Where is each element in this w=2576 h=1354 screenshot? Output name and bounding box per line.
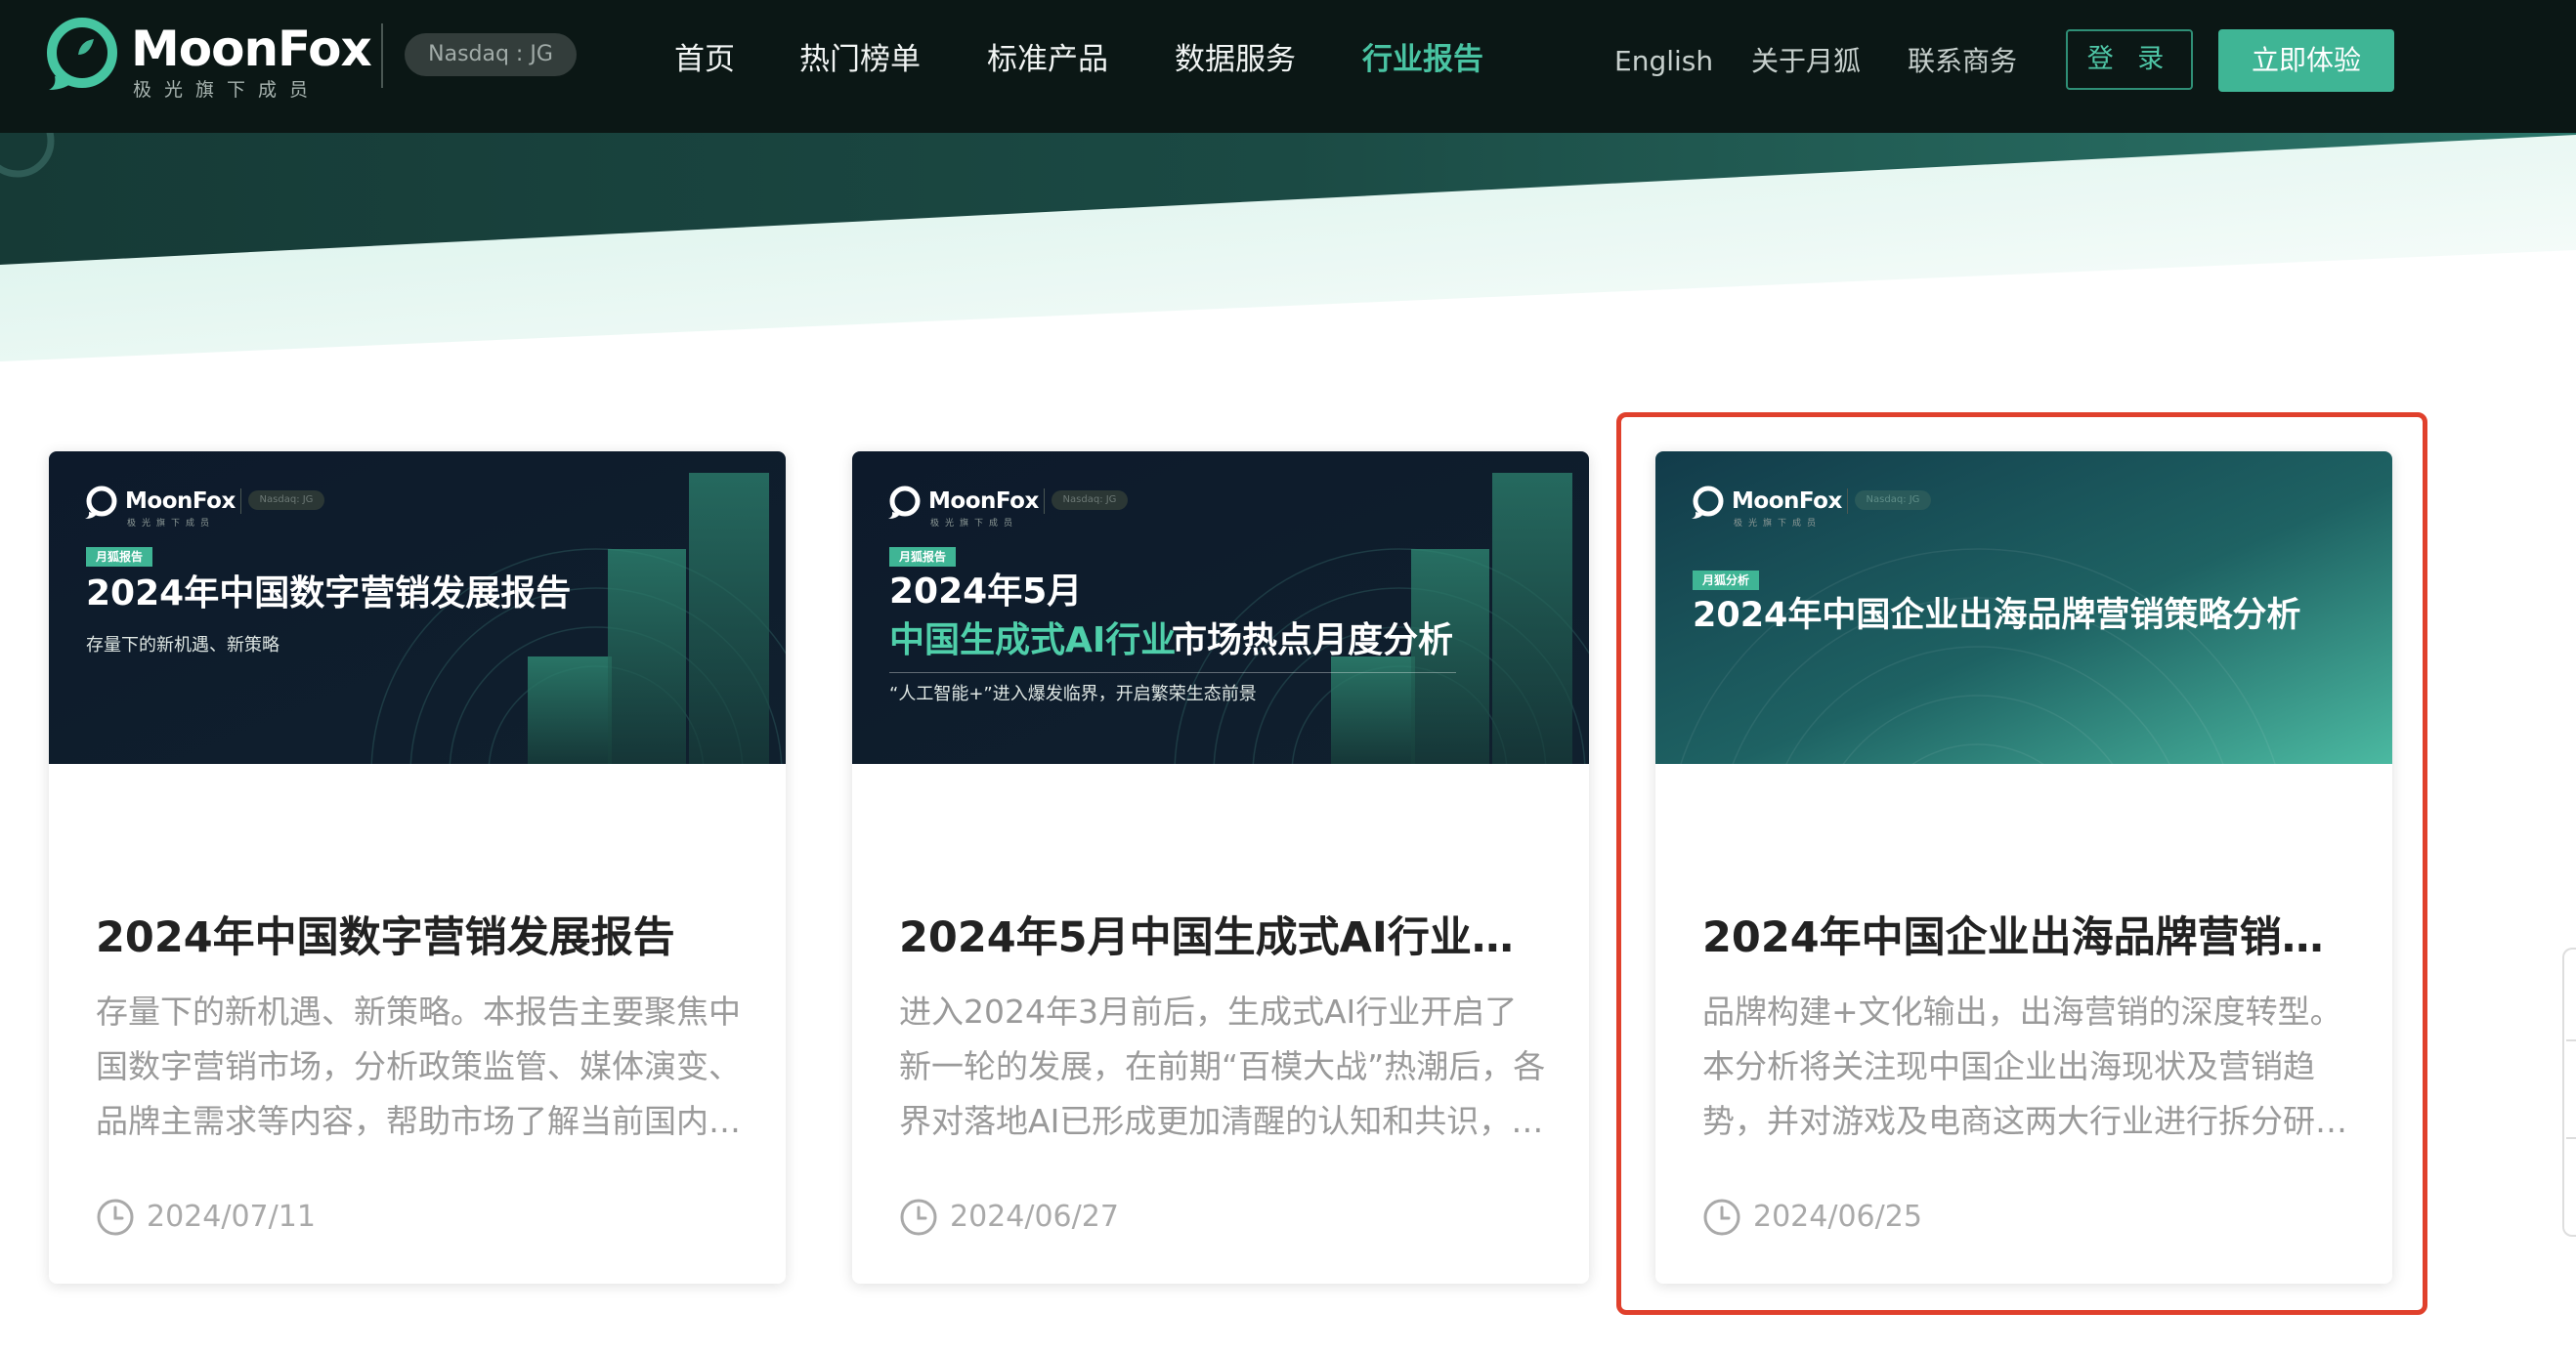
- login-button[interactable]: 登 录: [2066, 29, 2193, 90]
- nav-data-services[interactable]: 数据服务: [1175, 35, 1296, 84]
- site-logo[interactable]: MoonFox 极光旗下成员: [45, 18, 372, 107]
- hero-banner: [0, 133, 2576, 361]
- moonfox-logo-icon: [888, 486, 921, 519]
- try-now-button[interactable]: 立即体验: [2218, 29, 2394, 92]
- nav-contact[interactable]: 联系商务: [1908, 37, 2017, 86]
- cover-title-line-1: 2024年5月: [889, 571, 1083, 612]
- clock-icon: [97, 1199, 134, 1236]
- cover-divider-line: [889, 672, 1456, 673]
- moonfox-logo-icon: [1692, 486, 1724, 519]
- cover-logo: MoonFox 极光旗下成员 Nasdaq: JG: [1691, 485, 1984, 531]
- report-card[interactable]: MoonFox 极光旗下成员 Nasdaq: JG 月狐报告 2024年中国数字…: [49, 451, 786, 1284]
- cover-logo-word: MoonFox: [928, 488, 1039, 514]
- cover-title-line-3: 市场热点月度分析: [1172, 620, 1454, 660]
- nav-hot-rankings[interactable]: 热门榜单: [799, 35, 921, 84]
- cover-nasdaq-pill: Nasdaq: JG: [1855, 490, 1931, 510]
- card-title[interactable]: 2024年中国企业出海品牌营销策略分析: [1702, 910, 2351, 965]
- moonfox-logo-icon: [85, 486, 117, 519]
- cover-badge: 月狐分析: [1693, 571, 1760, 590]
- nav-standard-products[interactable]: 标准产品: [987, 35, 1108, 84]
- report-card[interactable]: MoonFox 极光旗下成员 Nasdaq: JG 月狐报告 2024年5月 中…: [852, 451, 1589, 1284]
- cover-logo-tag: 极光旗下成员: [127, 519, 216, 529]
- report-cover: MoonFox 极光旗下成员 Nasdaq: JG 月狐报告 2024年5月 中…: [852, 451, 1589, 764]
- nav-industry-reports[interactable]: 行业报告: [1362, 35, 1483, 84]
- card-title[interactable]: 2024年中国数字营销发展报告: [96, 910, 745, 965]
- cover-nasdaq-pill: Nasdaq: JG: [1052, 490, 1128, 510]
- page: MoonFox 极光旗下成员 Nasdaq : JG 首页 热门榜单 标准产品 …: [0, 0, 2576, 1354]
- clock-icon: [1703, 1199, 1740, 1236]
- nav-about[interactable]: 关于月狐: [1751, 37, 1861, 86]
- cover-logo-divider: [240, 488, 241, 514]
- cover-title: 2024年中国企业出海品牌营销策略分析: [1693, 596, 2301, 635]
- cover-logo-divider: [1044, 488, 1045, 514]
- cover-subtitle: 存量下的新机遇、新策略: [86, 635, 279, 656]
- card-title[interactable]: 2024年5月中国生成式AI行业市场热点月度分析: [899, 910, 1548, 965]
- side-float-divider: [2566, 1137, 2576, 1139]
- cover-nasdaq-pill: Nasdaq: JG: [248, 490, 324, 510]
- nav-english[interactable]: English: [1614, 37, 1713, 86]
- card-date: 2024/06/25: [1753, 1200, 1922, 1234]
- cover-title: 2024年中国数字营销发展报告: [86, 573, 572, 614]
- card-date: 2024/07/11: [147, 1200, 316, 1234]
- side-float-divider: [2566, 1039, 2576, 1041]
- logo-divider: [381, 23, 383, 88]
- side-float-panel[interactable]: [2562, 948, 2576, 1237]
- cover-logo-tag: 极光旗下成员: [1734, 519, 1823, 529]
- cover-logo: MoonFox 极光旗下成员 Nasdaq: JG: [84, 485, 377, 531]
- cover-logo-divider: [1847, 488, 1848, 514]
- cover-logo-word: MoonFox: [125, 488, 236, 514]
- cover-logo-tag: 极光旗下成员: [930, 519, 1019, 529]
- top-nav: MoonFox 极光旗下成员 Nasdaq : JG 首页 热门榜单 标准产品 …: [0, 0, 2576, 133]
- nav-home[interactable]: 首页: [674, 35, 735, 84]
- moonfox-logo-icon: [47, 18, 117, 90]
- cover-logo: MoonFox 极光旗下成员 Nasdaq: JG: [887, 485, 1181, 531]
- report-cover: MoonFox 极光旗下成员 Nasdaq: JG 月狐分析 2024年中国企业…: [1655, 451, 2392, 764]
- cover-badge: 月狐报告: [889, 547, 957, 567]
- nasdaq-badge: Nasdaq : JG: [405, 33, 577, 76]
- card-description: 品牌构建+文化输出，出海营销的深度转型。本分析将关注现中国企业出海现状及营销趋势…: [1702, 993, 2342, 1140]
- card-date: 2024/06/27: [950, 1200, 1119, 1234]
- cover-badge: 月狐报告: [86, 547, 153, 567]
- cover-title-line-2: 中国生成式AI行业: [889, 620, 1177, 660]
- cover-logo-word: MoonFox: [1732, 488, 1842, 514]
- report-card[interactable]: MoonFox 极光旗下成员 Nasdaq: JG 月狐分析 2024年中国企业…: [1655, 451, 2392, 1284]
- logo-wordmark: MoonFox: [131, 21, 372, 77]
- report-cover: MoonFox 极光旗下成员 Nasdaq: JG 月狐报告 2024年中国数字…: [49, 451, 786, 764]
- card-description: 进入2024年3月前后，生成式AI行业开启了新一轮的发展，在前期“百模大战”热潮…: [899, 993, 1546, 1140]
- clock-icon: [900, 1199, 937, 1236]
- logo-tagline: 极光旗下成员: [133, 79, 322, 101]
- card-description: 存量下的新机遇、新策略。本报告主要聚焦中国数字营销市场，分析政策监管、媒体演变、…: [96, 993, 741, 1140]
- cover-subtitle: “人工智能+”进入爆发临界，开启繁荣生态前景: [889, 684, 1257, 704]
